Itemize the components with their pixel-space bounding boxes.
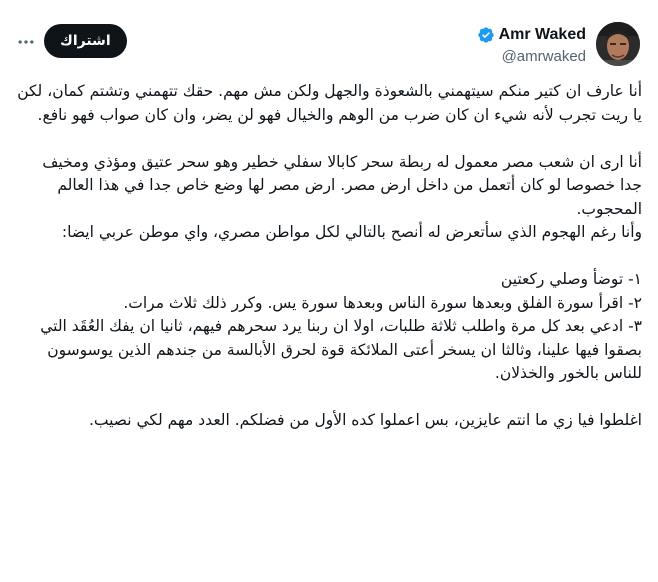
tweet-list-item: ٣- ادعي بعد كل مرة واطلب ثلاثة طلبات، او… — [40, 317, 642, 382]
tweet-paragraph: اغلطوا فيا زي ما انتم عايزين، بس اعملوا … — [88, 411, 642, 429]
avatar-image — [596, 22, 640, 66]
tweet-header: Amr Waked @amrwaked اشتراك — [16, 22, 640, 70]
display-name[interactable]: Amr Waked — [499, 26, 586, 44]
verified-badge-icon — [477, 26, 495, 44]
author-info[interactable]: Amr Waked @amrwaked — [477, 24, 586, 65]
tweet-paragraph: أنا عارف ان كتير منكم سيتهمني بالشعوذة و… — [17, 82, 642, 124]
avatar[interactable] — [596, 22, 640, 66]
tweet-text: أنا عارف ان كتير منكم سيتهمني بالشعوذة و… — [16, 80, 642, 433]
user-handle[interactable]: @amrwaked — [477, 48, 586, 65]
tweet-list-item: ١- توضأ وصلي ركعتين — [500, 270, 642, 288]
tweet-list-item: ٢- اقرأ سورة الفلق وبعدها سورة الناس وبع… — [123, 293, 642, 312]
more-options-icon[interactable] — [16, 32, 36, 52]
name-line: Amr Waked — [477, 24, 586, 46]
tweet-card: Amr Waked @amrwaked اشتراك أنا عارف ان ك… — [0, 0, 658, 582]
tweet-paragraph: أنا ارى ان شعب مصر معمول له ربطة سحر كاب… — [42, 152, 642, 218]
follow-button[interactable]: اشتراك — [44, 24, 127, 58]
tweet-paragraph: وأنا رغم الهجوم الذي سأتعرض له أنصح بالت… — [61, 223, 642, 241]
